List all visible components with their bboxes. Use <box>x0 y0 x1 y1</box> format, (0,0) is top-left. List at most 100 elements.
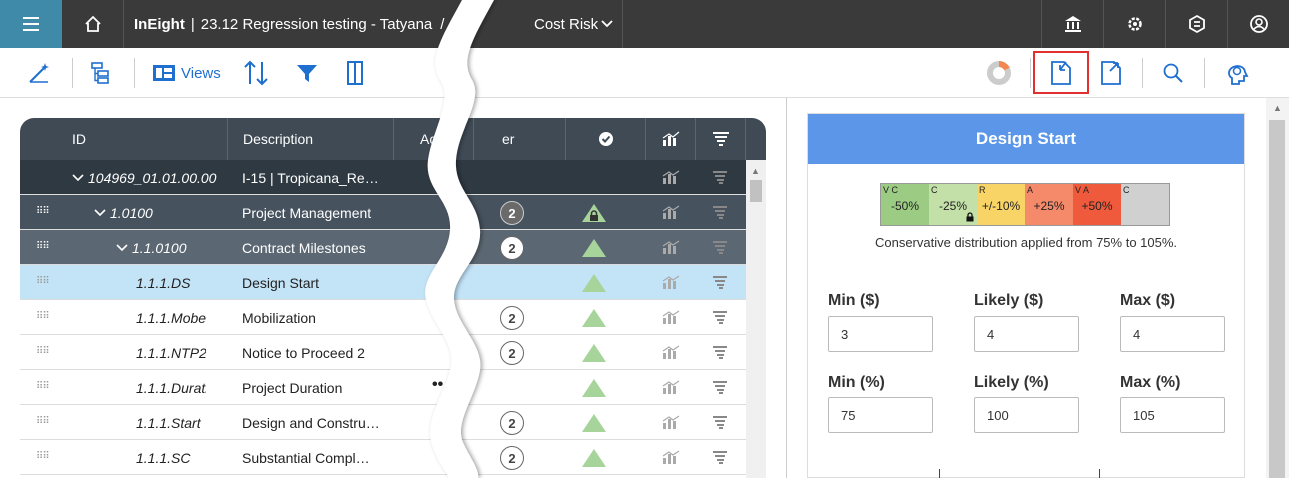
column-header-tornado[interactable] <box>696 118 746 160</box>
min-dollar-input[interactable]: 3 <box>828 316 933 352</box>
apps-button[interactable] <box>1165 0 1227 48</box>
bar-chart-icon[interactable] <box>662 345 680 360</box>
risk-band[interactable]: C <box>1121 184 1169 225</box>
cell-description: Project Management <box>242 204 372 221</box>
grid-header: ID Description Actio er <box>20 118 766 160</box>
tornado-icon[interactable] <box>712 380 728 395</box>
column-header-status[interactable] <box>566 118 646 160</box>
bar-chart-icon[interactable] <box>662 310 680 325</box>
status-triangle-icon <box>582 274 606 292</box>
column-header-chart[interactable] <box>646 118 696 160</box>
risk-band[interactable]: V C -50% <box>881 184 929 225</box>
drag-handle-icon[interactable]: ⠿⠿ <box>36 241 50 252</box>
bar-chart-icon[interactable] <box>662 415 680 430</box>
bar-chart-icon[interactable] <box>662 380 680 395</box>
column-header-description-label: Description <box>243 131 314 147</box>
toolbar: Views <box>0 48 1289 98</box>
tornado-icon[interactable] <box>712 415 728 430</box>
table-row[interactable]: ⠿⠿ 1.1.0100 Contract Milestones 2 <box>20 230 766 265</box>
table-row[interactable]: ⠿⠿ 1.1.1.SC Substantial Compl… 2 <box>20 440 766 475</box>
tornado-icon[interactable] <box>712 205 728 220</box>
min-pct-input[interactable]: 75 <box>828 397 933 433</box>
column-header-description[interactable]: Description <box>228 118 394 160</box>
breadcrumb-project[interactable]: 23.12 Regression testing - Tatyana <box>201 16 433 33</box>
max-dollar-input[interactable]: 4 <box>1120 316 1225 352</box>
column-header-id-label: ID <box>72 131 86 147</box>
user-button[interactable] <box>1227 0 1289 48</box>
table-row[interactable]: ⠿⠿ 1.1.1.Start Design and Constru… 2 <box>20 405 766 440</box>
table-row[interactable]: ⠿⠿ 1.1.1.Durati Project Duration •• <box>20 370 766 405</box>
export-button[interactable] <box>1098 58 1124 88</box>
bar-chart-icon[interactable] <box>662 240 680 255</box>
columns-button[interactable] <box>346 58 364 88</box>
menu-button[interactable] <box>0 0 62 48</box>
chevron-down-icon[interactable] <box>72 173 84 183</box>
drag-handle-icon[interactable]: ⠿⠿ <box>36 451 50 462</box>
search-button[interactable] <box>1162 58 1184 88</box>
ai-assistant-button[interactable] <box>1224 58 1250 88</box>
bar-chart-icon[interactable] <box>662 170 680 185</box>
views-button[interactable]: Views <box>152 58 221 88</box>
tornado-icon[interactable] <box>712 170 728 185</box>
bar-chart-icon[interactable] <box>662 450 680 465</box>
hierarchy-button[interactable] <box>90 58 112 88</box>
chevron-down-icon[interactable] <box>94 208 106 218</box>
drag-handle-icon[interactable]: ⠿⠿ <box>36 416 50 427</box>
cell-description: Design and Constru… <box>242 414 380 431</box>
risk-band-code: R <box>979 185 986 195</box>
scroll-up-icon[interactable]: ▲ <box>751 166 760 176</box>
magic-wand-icon <box>29 63 49 83</box>
tornado-icon[interactable] <box>712 240 728 255</box>
risk-band-value: -25% <box>938 199 967 213</box>
brand-name: InEight <box>134 15 185 33</box>
tornado-icon[interactable] <box>712 310 728 325</box>
likely-pct-input[interactable]: 100 <box>974 397 1079 433</box>
likely-pct-label: Likely (%) <box>974 374 1049 391</box>
table-row[interactable]: 104969_01.01.00.00I-15 | Tropicana_Re…• <box>20 160 766 195</box>
likely-dollar-input[interactable]: 4 <box>974 316 1079 352</box>
table-row[interactable]: ⠿⠿ 1.0100 Project Management 2 <box>20 195 766 230</box>
wizard-button[interactable] <box>26 58 52 88</box>
grid-scroll-thumb[interactable] <box>750 180 762 202</box>
min-dollar-label: Min ($) <box>828 292 880 309</box>
tornado-icon[interactable] <box>712 450 728 465</box>
risk-band-code: C <box>931 185 938 195</box>
tornado-icon[interactable] <box>712 275 728 290</box>
home-button[interactable] <box>62 0 124 48</box>
table-row[interactable]: ⠿⠿ 1.1.1.NTP2 Notice to Proceed 2 2 <box>20 335 766 370</box>
drag-handle-icon[interactable]: ⠿⠿ <box>36 276 50 287</box>
count-badge: 2 <box>500 341 524 365</box>
filter-button[interactable] <box>296 58 318 88</box>
panel-splitter[interactable] <box>786 98 787 478</box>
drag-handle-icon[interactable]: ⠿⠿ <box>36 381 50 392</box>
sort-button[interactable] <box>242 58 270 88</box>
bar-chart-icon <box>662 131 679 146</box>
tornado-icon[interactable] <box>712 345 728 360</box>
grid-scrollbar[interactable]: ▲ <box>746 160 766 478</box>
gear-icon <box>1127 17 1142 31</box>
risk-band[interactable]: C -25% <box>929 184 977 225</box>
breadcrumb-separator: | <box>190 15 195 33</box>
risk-band[interactable]: A +25% <box>1025 184 1073 225</box>
breadcrumb-module[interactable]: Cost Risk <box>534 16 598 33</box>
table-row[interactable]: ⠿⠿1.1.1.DSDesign Start•• <box>20 265 766 300</box>
bank-button[interactable] <box>1041 0 1103 48</box>
table-row[interactable]: ⠿⠿ 1.1.1.Mobe Mobilization 2 <box>20 300 766 335</box>
drag-handle-icon[interactable]: ⠿⠿ <box>36 206 50 217</box>
risk-band[interactable]: V A +50% <box>1073 184 1121 225</box>
risk-band[interactable]: R +/-10% <box>977 184 1025 225</box>
chevron-down-icon[interactable] <box>116 243 128 253</box>
drag-handle-icon[interactable]: ⠿⠿ <box>36 311 50 322</box>
max-pct-input[interactable]: 105 <box>1120 397 1225 433</box>
bar-chart-icon[interactable] <box>662 275 680 290</box>
settings-button[interactable] <box>1103 0 1165 48</box>
scroll-up-icon[interactable]: ▲ <box>1273 103 1282 113</box>
bar-chart-icon[interactable] <box>662 205 680 220</box>
drag-handle-icon[interactable]: ⠿⠿ <box>36 346 50 357</box>
panel-scrollbar[interactable]: ▲ <box>1266 98 1289 478</box>
chevron-down-icon[interactable] <box>600 17 614 31</box>
cell-id: 1.1.0100 <box>132 239 187 256</box>
column-header-id[interactable]: ID <box>20 118 228 160</box>
count-badge: 2 <box>500 306 524 330</box>
panel-scroll-thumb[interactable] <box>1269 120 1285 478</box>
